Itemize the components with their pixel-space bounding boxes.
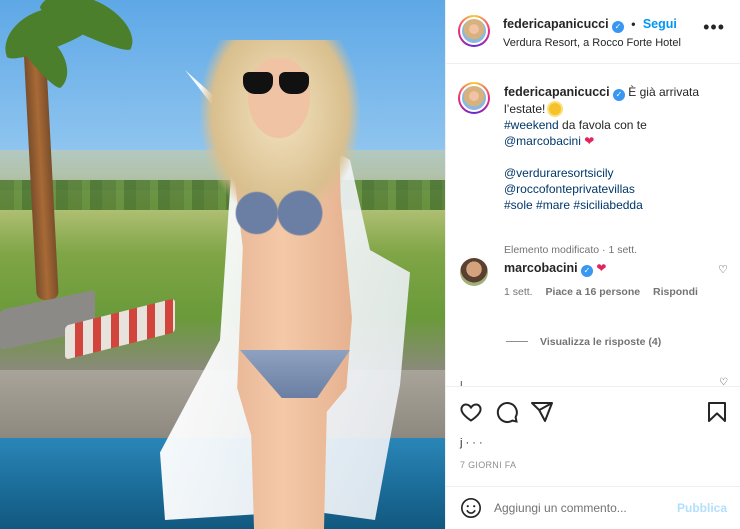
verified-badge-icon: ✓: [580, 265, 593, 277]
caption-avatar[interactable]: [458, 82, 490, 114]
caption-sentence-2: da favola con te: [558, 118, 647, 132]
follow-button[interactable]: Segui: [643, 17, 677, 31]
author-line: federicapanicucci ✓ • Segui: [503, 17, 677, 33]
sunglasses: [243, 72, 311, 94]
author-avatar[interactable]: [458, 15, 490, 47]
commenter-username[interactable]: marcobacini: [504, 261, 578, 275]
caption-text: federicapanicucci ✓ È già arrivata l’est…: [504, 84, 734, 213]
post-header: federicapanicucci ✓ • Segui Verdura Reso…: [446, 0, 740, 64]
bikini-top: [228, 185, 324, 241]
comment-likes[interactable]: Piace a 16 persone: [546, 286, 641, 298]
post-date[interactable]: 7 GIORNI FA: [460, 460, 516, 470]
like-heart-icon[interactable]: [459, 400, 483, 424]
comment-actions: 1 sett. Piace a 16 persone Rispondi: [504, 286, 708, 298]
reply-button[interactable]: Rispondi: [653, 286, 698, 298]
clipped-like-heart-icon[interactable]: ♡: [719, 377, 728, 386]
more-options-icon[interactable]: •••: [703, 18, 725, 36]
comment-time[interactable]: 1 sett.: [504, 286, 533, 298]
verified-badge-icon: ✓: [612, 89, 625, 101]
add-comment-input[interactable]: [494, 497, 664, 519]
publish-button[interactable]: Pubblica: [677, 501, 727, 515]
author-username[interactable]: federicapanicucci: [503, 17, 609, 31]
clipped-comment-avatar: ı: [460, 378, 463, 386]
replies-dash: [506, 341, 528, 342]
hashtag-sole[interactable]: #sole: [504, 198, 533, 212]
add-comment-bar: Pubblica: [446, 486, 740, 529]
red-heart-icon: ❤: [584, 134, 595, 148]
hashtag-siciliabedda[interactable]: #siciliabedda: [573, 198, 642, 212]
comments-area[interactable]: federicapanicucci ✓ È già arrivata l’est…: [446, 64, 740, 386]
emoji-icon[interactable]: [460, 497, 482, 519]
comment-text: marcobacini ✓ ❤: [504, 261, 606, 277]
commenter-avatar[interactable]: [460, 258, 488, 286]
next-comment-clipped: ı ♡: [458, 377, 728, 386]
post-sidebar: federicapanicucci ✓ • Segui Verdura Reso…: [445, 0, 740, 529]
post-photo[interactable]: [0, 0, 445, 529]
view-replies-label: Visualizza le risposte (4): [540, 336, 662, 348]
hashtag-mare[interactable]: #mare: [536, 198, 570, 212]
mention-marcobacini[interactable]: @marcobacini: [504, 134, 581, 148]
separator-dot: •: [631, 17, 636, 31]
share-icon[interactable]: [530, 400, 554, 424]
red-heart-icon: ❤: [596, 261, 607, 275]
hashtag-weekend[interactable]: #weekend: [504, 118, 559, 132]
mention-roccoforteprivatevillas[interactable]: @roccofonteprivatevillas: [504, 182, 635, 196]
post-actions: j · · · 7 GIORNI FA: [446, 386, 740, 486]
view-replies-button[interactable]: Visualizza le risposte (4): [506, 336, 661, 348]
post-location[interactable]: Verdura Resort, a Rocco Forte Hotel: [503, 37, 681, 49]
face: [248, 58, 310, 138]
caption-meta: Elemento modificato · 1 sett.: [504, 244, 638, 256]
caption-username[interactable]: federicapanicucci: [504, 85, 610, 99]
sun-emoji-icon: [548, 103, 561, 115]
mention-verduraresortsicily[interactable]: @verduraresortsicily: [504, 166, 614, 180]
verified-badge-icon: ✓: [611, 21, 624, 33]
comment-like-heart-icon[interactable]: ♡: [718, 263, 728, 276]
comment-icon[interactable]: [495, 400, 519, 424]
save-bookmark-icon[interactable]: [705, 400, 729, 424]
likes-summary[interactable]: j · · ·: [460, 437, 483, 449]
